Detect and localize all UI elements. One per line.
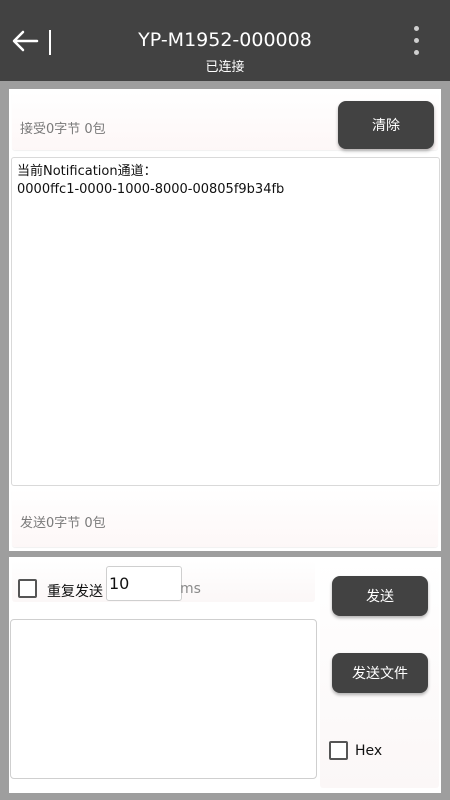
repeat-label: 重复发送 (47, 584, 103, 600)
send-stats: 发送0字节 0包 (20, 516, 106, 531)
send-panel: 重复发送 ms 发送 发送文件 Hex (9, 557, 441, 793)
hex-label: Hex (355, 743, 383, 759)
send-stats-row: 发送0字节 0包 (12, 489, 438, 547)
interval-unit: ms (180, 581, 201, 597)
log-line: 0000ffc1-0000-1000-8000-00805f9b34fb (17, 182, 285, 197)
connection-status: 已连接 (205, 60, 245, 75)
hex-checkbox[interactable] (329, 741, 348, 760)
interval-input[interactable] (106, 566, 182, 601)
log-line: 当前Notification通道： (17, 164, 157, 179)
send-input[interactable] (10, 619, 317, 779)
clear-button[interactable]: 清除 (338, 101, 434, 149)
more-vert-icon[interactable] (406, 24, 428, 58)
repeat-checkbox[interactable] (18, 579, 37, 598)
repeat-row: 重复发送 ms (12, 561, 315, 602)
device-title: YP-M1952-000008 (138, 29, 312, 51)
receive-panel: 接受0字节 0包 清除 当前Notification通道： 0000ffc1-0… (9, 89, 441, 551)
send-file-button[interactable]: 发送文件 (332, 653, 428, 693)
send-actions: 发送 发送文件 Hex (320, 560, 439, 788)
send-button[interactable]: 发送 (332, 576, 428, 616)
app-toolbar: YP-M1952-000008 已连接 (0, 0, 450, 81)
log-area[interactable]: 当前Notification通道： 0000ffc1-0000-1000-800… (11, 157, 440, 486)
receive-stats: 接受0字节 0包 (20, 122, 106, 137)
receive-stats-row: 接受0字节 0包 清除 (12, 92, 438, 150)
